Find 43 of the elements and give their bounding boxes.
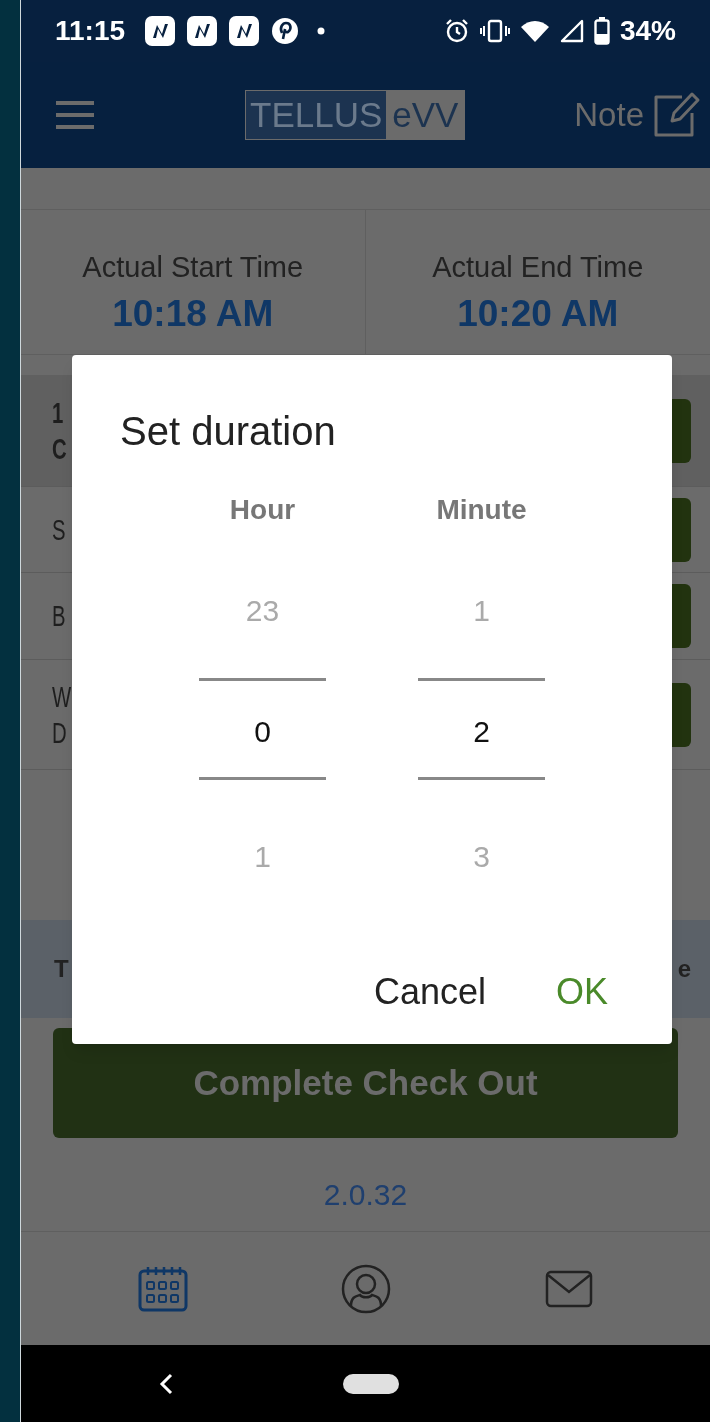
profile-icon[interactable] (340, 1263, 391, 1314)
row-label: W D (52, 679, 72, 751)
row-label: 1 C (52, 395, 67, 467)
battery-percent: 34% (619, 14, 676, 48)
picker-value[interactable]: 0 (254, 709, 271, 749)
action-button[interactable] (672, 497, 691, 562)
picker-value: 1 (473, 593, 490, 628)
time-label: Actual End Time (432, 250, 644, 285)
wifi-icon (519, 19, 550, 43)
edit-icon (652, 91, 702, 139)
time-label: Actual Start Time (82, 250, 304, 285)
vibrate-icon (479, 19, 510, 43)
picker-value[interactable]: 2 (473, 709, 490, 749)
signal-icon (559, 19, 584, 43)
time-value: 10:18 AM (112, 291, 274, 336)
version-text: 2.0.32 (323, 1177, 408, 1213)
app-logo: TELLUS eVV (245, 90, 466, 140)
calendar-icon[interactable] (137, 1265, 188, 1312)
app-notification-icon (187, 16, 218, 46)
action-button[interactable] (672, 682, 691, 747)
total-value: e (677, 954, 691, 984)
action-button[interactable] (672, 398, 691, 463)
clock-time: 11:15 (55, 14, 126, 48)
home-pill[interactable] (343, 1373, 399, 1394)
total-label: T (54, 954, 69, 984)
picker-value: 23 (245, 593, 280, 628)
row-label: S (52, 512, 66, 548)
time-value: 10:20 AM (457, 291, 619, 336)
back-icon[interactable] (159, 1372, 173, 1395)
dialog-title: Set duration (120, 408, 336, 455)
column-label: Minute (436, 493, 527, 527)
picker-value: 3 (473, 839, 490, 874)
dialog-button[interactable]: OK (556, 965, 608, 1019)
picker-value: 1 (254, 839, 271, 874)
pin-notification-icon (271, 17, 300, 45)
menu-icon[interactable] (55, 100, 95, 130)
row-label: B (52, 599, 66, 634)
battery-icon (593, 17, 610, 45)
mail-icon[interactable] (544, 1269, 593, 1308)
app-notification-icon (145, 16, 176, 46)
dialog-button[interactable]: Cancel (373, 965, 486, 1019)
column-label: Hour (229, 493, 296, 527)
app-notification-icon (229, 16, 260, 46)
